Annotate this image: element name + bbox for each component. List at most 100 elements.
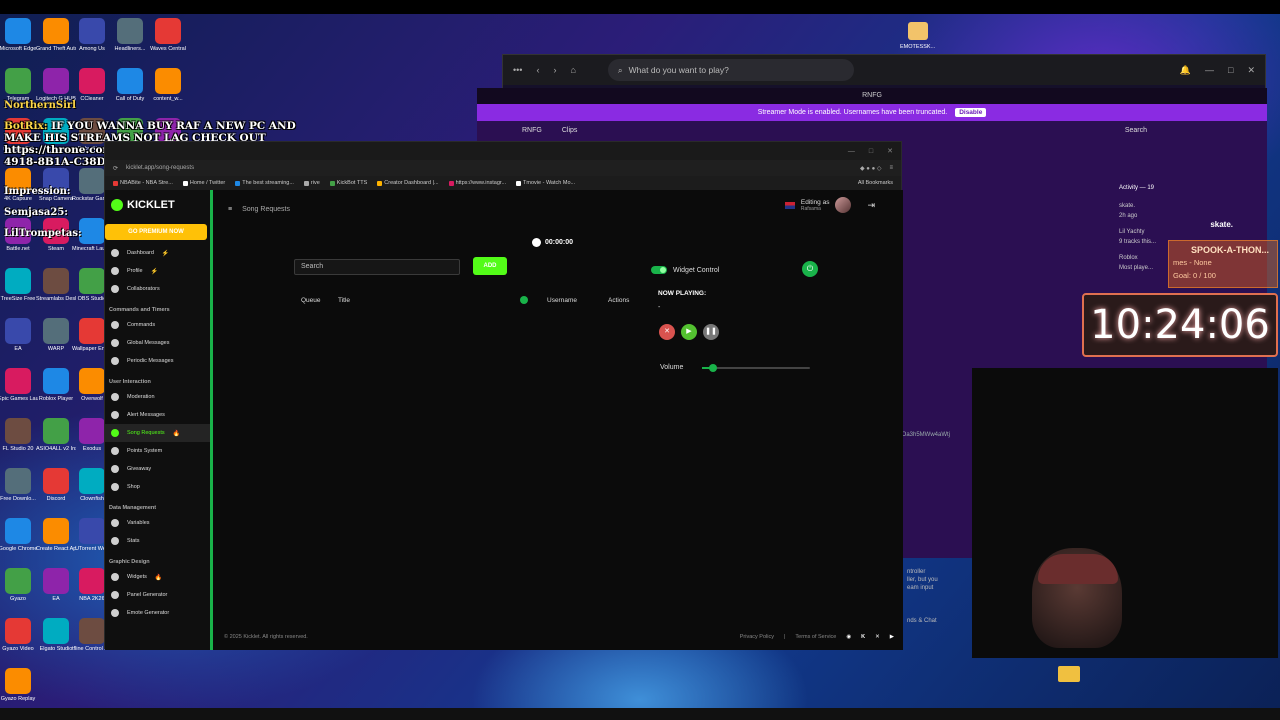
add-song-button[interactable]: ADD (473, 257, 507, 275)
all-bookmarks[interactable]: All Bookmarks (858, 180, 893, 186)
home-icon[interactable]: ⌂ (570, 65, 575, 75)
desktop-icon[interactable]: Free Downlo... (0, 468, 36, 514)
close-icon[interactable]: ✕ (1247, 65, 1255, 76)
desktop-icon[interactable]: Among Us (74, 18, 110, 64)
browser-menu-icon[interactable]: ≡ (889, 165, 893, 171)
bookmark-item[interactable]: Tmovie - Watch Mo... (516, 180, 575, 186)
sidebar-item-profile[interactable]: Profile ⚡ (105, 262, 210, 280)
bookmark-item[interactable]: The best streaming... (235, 180, 294, 186)
desktop-icon[interactable]: Gyazo Replay (0, 668, 36, 714)
taskbar-folder-icon[interactable] (1058, 666, 1080, 682)
sidebar-item-points-system[interactable]: Points System (105, 442, 210, 460)
sidebar-item-giveaway[interactable]: Giveaway (105, 460, 210, 478)
sidebar-item-dashboard[interactable]: Dashboard ⚡ (105, 244, 210, 262)
desktop-icon[interactable]: Waves Central (150, 18, 186, 64)
desktop-icon[interactable]: CCleaner (74, 68, 110, 114)
privacy-link[interactable]: Privacy Policy (740, 634, 774, 640)
channel-name[interactable]: Clips (562, 127, 578, 134)
youtube-icon[interactable]: ▶ (890, 634, 894, 640)
hamburger-icon[interactable]: ≡ (228, 206, 232, 213)
url-text[interactable]: kicklet.app/song-requests (126, 165, 194, 171)
power-icon[interactable]: ⏻ (802, 261, 818, 277)
minimize-icon[interactable]: — (1205, 65, 1214, 75)
desktop-icon[interactable]: EA (38, 568, 74, 614)
sidebar-item-stats[interactable]: Stats (105, 532, 210, 550)
desktop-icon[interactable]: Discord (38, 468, 74, 514)
back-icon[interactable]: ‹ (536, 65, 539, 75)
desktop-icon[interactable]: FL Studio 20 (0, 418, 36, 464)
bell-icon[interactable]: 🔔 (1180, 65, 1191, 76)
desktop-icon[interactable]: Roblox Player (38, 368, 74, 414)
sidebar-item-periodic-messages[interactable]: Periodic Messages (105, 352, 210, 370)
bookmark-item[interactable]: KickBot TTS (329, 180, 367, 186)
terms-link[interactable]: Terms of Service (795, 634, 836, 640)
sidebar-item-widgets[interactable]: Widgets 🔥 (105, 568, 210, 586)
bookmark-item[interactable]: NBABite - NBA Stre... (113, 180, 173, 186)
desktop-icon[interactable]: Streamlabs Desktop (36, 268, 76, 314)
play-icon[interactable]: ▶ (681, 324, 697, 340)
sidebar-item-alert-messages[interactable]: Alert Messages (105, 406, 210, 424)
discord-search[interactable]: Search (1125, 127, 1147, 134)
desktop-icon[interactable]: WARP (38, 318, 74, 364)
emotes-folder-icon[interactable] (908, 22, 928, 40)
desktop-icon[interactable]: Google Chrome (0, 518, 37, 564)
desktop-icon[interactable]: Gyazo Video (0, 618, 36, 664)
avatar[interactable] (835, 197, 852, 213)
sidebar-item-panel-generator[interactable]: Panel Generator (105, 586, 210, 604)
editing-as[interactable]: Editing as Rafsama ⇥ (784, 197, 875, 213)
desktop-icon[interactable]: ASIO4ALL v2 Instruction... (36, 418, 76, 464)
desktop-icon[interactable]: Epic Games Launcher (0, 368, 38, 414)
desktop-icon[interactable]: Call of Duty (112, 68, 148, 114)
song-search-input[interactable]: Search (294, 259, 460, 275)
desktop-icon[interactable]: Headliners... (112, 18, 148, 64)
server-name[interactable]: RNFG (522, 127, 542, 134)
address-bar[interactable]: ⟳ kicklet.app/song-requests ◆ ● ● ◇ ≡ (105, 160, 901, 176)
stop-icon[interactable]: ✕ (659, 324, 675, 340)
desktop-icon[interactable]: Microsoft Edge (0, 18, 36, 64)
volume-slider[interactable] (702, 364, 810, 372)
maximize-icon[interactable]: □ (869, 148, 873, 155)
extensions-icon[interactable]: ◆ ● ● ◇ (860, 165, 881, 172)
bookmark-item[interactable]: https://www.instagr... (448, 180, 506, 186)
desktop-icon[interactable]: Battle.net (0, 218, 36, 264)
bookmark-item[interactable]: Creator Dashboard |... (377, 180, 439, 186)
logout-icon[interactable]: ⇥ (867, 200, 875, 211)
bookmark-item[interactable]: rive (303, 180, 320, 186)
sidebar-item-song-requests[interactable]: Song Requests 🔥 (105, 424, 210, 442)
desktop-icon[interactable]: Elgato Studio (38, 618, 74, 664)
forward-icon[interactable]: › (553, 65, 556, 75)
desktop-icon[interactable]: Gyazo (0, 568, 36, 614)
desktop-icon[interactable]: EA (0, 318, 36, 364)
desktop-icon[interactable]: content_w... (150, 68, 186, 114)
bookmark-item[interactable]: Home / Twitter (182, 180, 225, 186)
go-premium-button[interactable]: GO PREMIUM NOW (105, 224, 207, 240)
reload-icon[interactable]: ⟳ (113, 165, 118, 172)
maximize-icon[interactable]: □ (1228, 65, 1233, 75)
close-icon[interactable]: ✕ (887, 147, 893, 155)
desktop-icon[interactable]: TreeSize Free (0, 268, 36, 314)
sidebar-item-commands[interactable]: Commands (105, 316, 210, 334)
desktop-icon[interactable]: Create React App Sample (36, 518, 76, 564)
sidebar-item-global-messages[interactable]: Global Messages (105, 334, 210, 352)
sidebar-item-emote-generator[interactable]: Emote Generator (105, 604, 210, 622)
kicklet-logo[interactable]: KICKLET (105, 190, 210, 220)
x-icon[interactable]: ✕ (875, 634, 880, 640)
minimize-icon[interactable]: — (848, 148, 855, 155)
pause-icon[interactable]: ❚❚ (703, 324, 719, 340)
sidebar-item-collaborators[interactable]: Collaborators (105, 280, 210, 298)
desktop-icon[interactable]: Grand Theft Auto V (36, 18, 76, 64)
discord-icon[interactable]: ◉ (846, 634, 851, 640)
sidebar-item-shop[interactable]: Shop (105, 478, 210, 496)
activity-item-0[interactable]: skate. (1119, 201, 1239, 211)
desktop-icon[interactable]: Steam (38, 218, 74, 264)
sidebar-item-moderation[interactable]: Moderation (105, 388, 210, 406)
uk-flag-icon[interactable] (784, 201, 795, 209)
kick-icon[interactable]: K (861, 634, 865, 640)
widget-control[interactable]: Widget Control (651, 266, 719, 274)
kicklet-browser-window[interactable]: — □ ✕ ⟳ kicklet.app/song-requests ◆ ● ● … (104, 141, 903, 650)
volume-knob[interactable] (708, 364, 717, 372)
disable-streamer-mode-button[interactable]: Disable (955, 108, 987, 117)
menu-dots-icon[interactable]: ••• (513, 65, 522, 75)
spotify-search-input[interactable]: ⌕ What do you want to play? (607, 59, 854, 81)
widget-control-toggle[interactable] (651, 266, 667, 274)
